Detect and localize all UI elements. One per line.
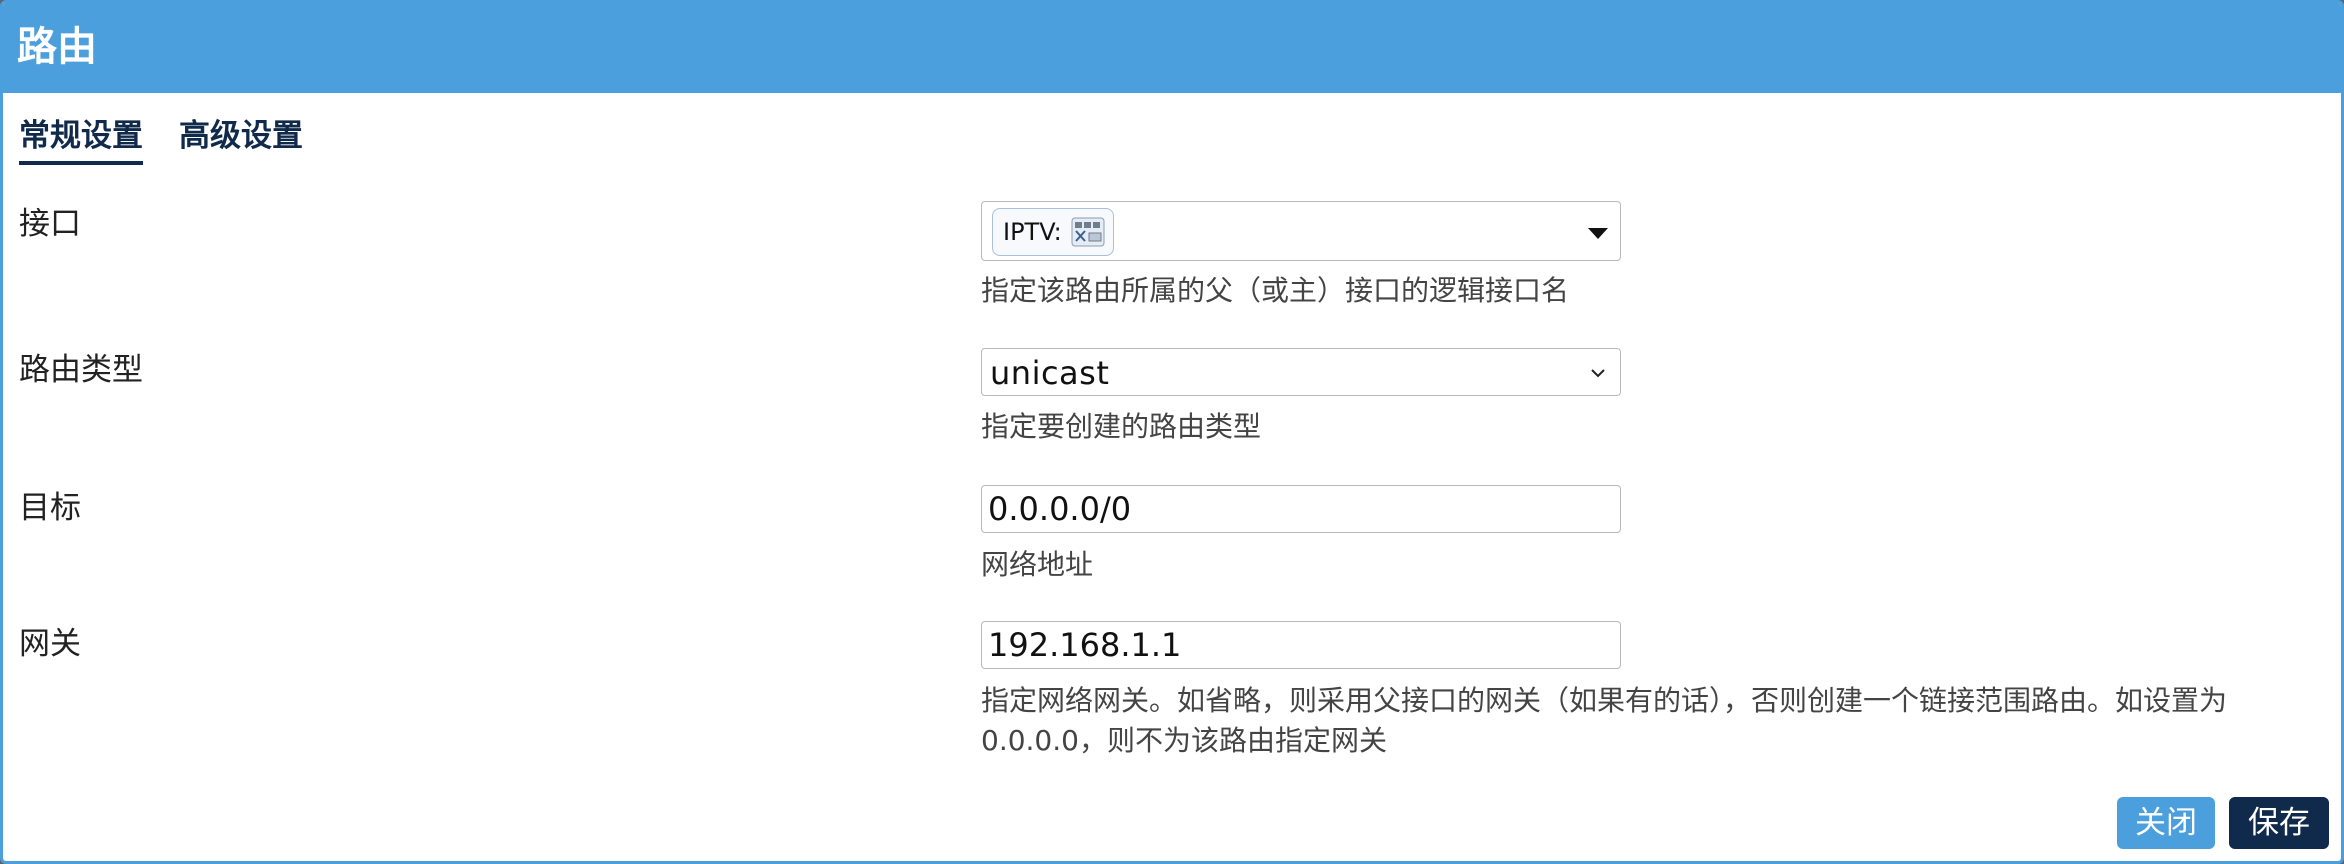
target-label: 目标 bbox=[19, 490, 81, 526]
target-help: 网络地址 bbox=[981, 548, 1094, 581]
dialog-header: 路由 bbox=[3, 3, 2341, 93]
route-type-select[interactable]: unicast bbox=[981, 348, 1621, 396]
route-type-help: 指定要创建的路由类型 bbox=[981, 410, 1262, 443]
route-type-label: 路由类型 bbox=[19, 352, 143, 388]
caret-down-icon bbox=[1588, 228, 1608, 239]
interface-chip: IPTV: bbox=[992, 208, 1114, 256]
gateway-input[interactable]: 192.168.1.1 bbox=[981, 621, 1621, 669]
network-port-icon bbox=[1071, 217, 1105, 247]
dialog-title: 路由 bbox=[17, 24, 97, 70]
gateway-value: 192.168.1.1 bbox=[988, 626, 1182, 664]
interface-dropdown[interactable]: IPTV: bbox=[981, 201, 1621, 261]
chevron-down-icon bbox=[1591, 369, 1605, 378]
interface-label: 接口 bbox=[19, 206, 81, 242]
interface-chip-label: IPTV: bbox=[1003, 218, 1062, 246]
tab-general-settings[interactable]: 常规设置 bbox=[19, 115, 143, 165]
gateway-help-line-2: 0.0.0.0，则不为该路由指定网关 bbox=[981, 724, 1387, 757]
gateway-help-line-1: 指定网络网关。如省略，则采用父接口的网关（如果有的话），否则创建一个链接范围路由… bbox=[981, 684, 2228, 717]
tab-advanced-settings[interactable]: 高级设置 bbox=[179, 115, 303, 157]
close-button[interactable]: 关闭 bbox=[2117, 797, 2215, 849]
route-type-value: unicast bbox=[990, 354, 1110, 392]
target-value: 0.0.0.0/0 bbox=[988, 490, 1132, 528]
target-input[interactable]: 0.0.0.0/0 bbox=[981, 485, 1621, 533]
interface-help: 指定该路由所属的父（或主）接口的逻辑接口名 bbox=[981, 274, 1570, 307]
route-dialog: 路由 常规设置 高级设置 接口 IPTV: 指定该路由所属的父（或主）接口的逻辑… bbox=[0, 0, 2344, 864]
save-button[interactable]: 保存 bbox=[2229, 797, 2329, 849]
gateway-label: 网关 bbox=[19, 626, 81, 662]
